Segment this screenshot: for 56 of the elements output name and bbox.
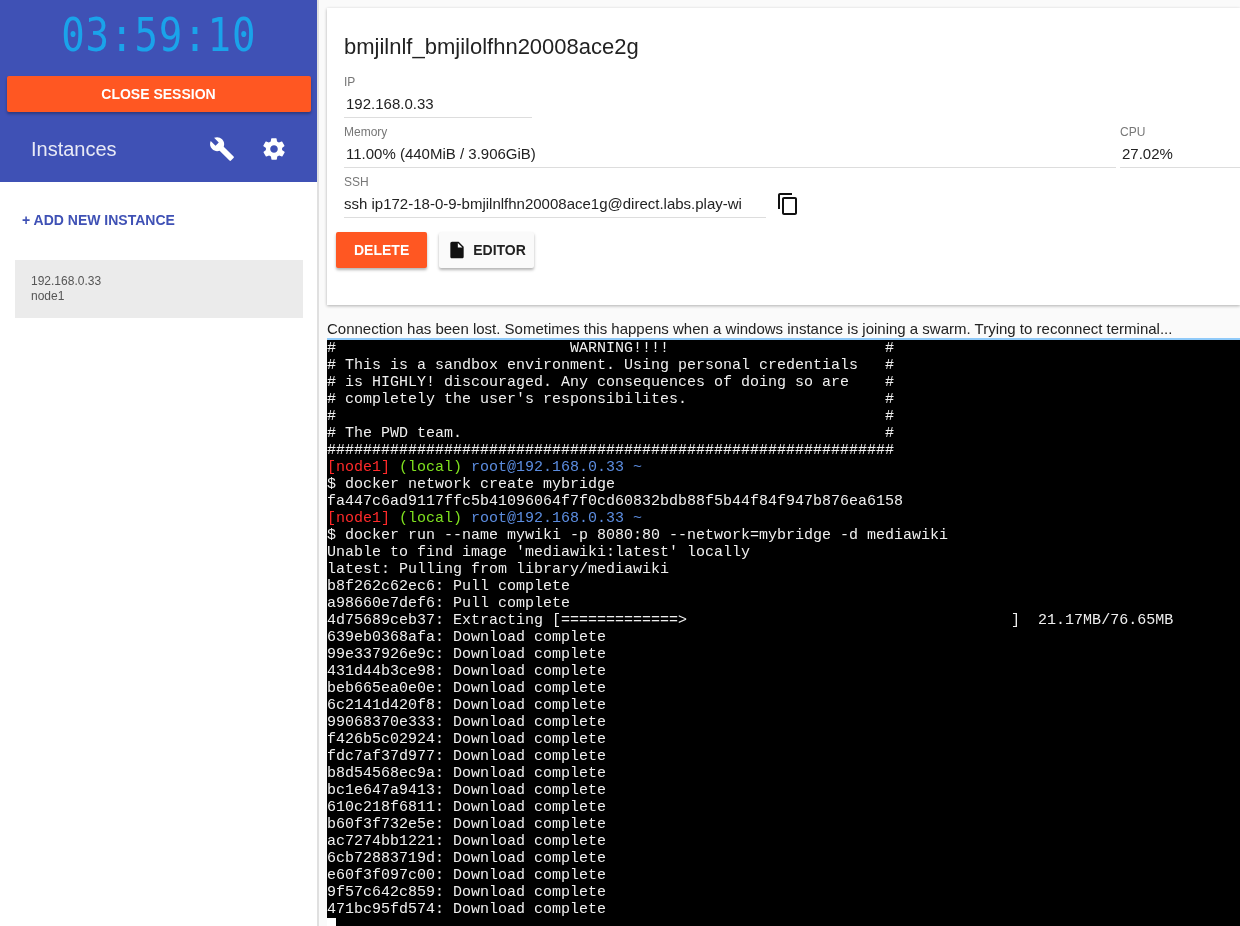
terminal-line: # #: [327, 408, 895, 425]
instance-item[interactable]: 192.168.0.33 node1: [15, 260, 303, 318]
terminal-line: fa447c6ad9117ffc5b41096064f7f0cd60832bdb88f5b44f84f947b876ea6158: [327, 493, 904, 510]
terminal-line: 471bc95fd574: Download complete: [327, 901, 607, 918]
settings-icon[interactable]: [261, 136, 287, 162]
instances-title: Instances: [31, 137, 118, 161]
terminal-line: # The PWD team. #: [327, 425, 895, 442]
field-label: SSH: [344, 174, 370, 190]
terminal-line: 639eb0368afa: Download complete: [327, 629, 607, 646]
terminal-line: b8d54568ec9a: Download complete: [327, 765, 607, 782]
terminal-line: a98660e7def6: Pull complete: [327, 595, 571, 612]
field-label: CPU: [1120, 124, 1147, 140]
text-field[interactable]: 27.02%: [1120, 140, 1240, 168]
prompt-host: [node1]: [327, 510, 390, 527]
terminal-line: 99068370e333: Download complete: [327, 714, 607, 731]
wrench-icon[interactable]: [209, 136, 235, 162]
terminal-line: 6c2141d420f8: Download complete: [327, 697, 607, 714]
terminal-line: b8f262c62ec6: Pull complete: [327, 578, 571, 595]
terminal-line: ###############################################################: [327, 442, 895, 459]
terminal-line: beb665ea0e0e: Download complete: [327, 680, 607, 697]
terminal-line: b60f3f732e5e: Download complete: [327, 816, 607, 833]
terminal-line: # This is a sandbox environment. Using personal credentials #: [327, 357, 895, 374]
editor-button[interactable]: EDITOR: [439, 232, 534, 268]
prompt-user: root@192.168.0.33 ~: [471, 510, 643, 527]
prompt-user: root@192.168.0.33 ~: [471, 459, 643, 476]
terminal-line: latest: Pulling from library/mediawiki: [327, 561, 670, 578]
terminal-line: 4d75689ceb37: Extracting [=============> ] 21.17MB/76.65MB: [327, 612, 1174, 629]
terminal-line: e60f3f097c00: Download complete: [327, 867, 607, 884]
terminal-line: $ docker network create mybridge: [327, 476, 616, 493]
terminal-line: # completely the user's responsibilites. #: [327, 391, 895, 408]
terminal-line: # WARNING!!!! #: [327, 340, 895, 357]
terminal-line: $ docker run --name mywiki -p 8080:80 --network=mybridge -d mediawiki: [327, 527, 949, 544]
instance-title: bmjilnlf_bmjilolfhn20008ace2g: [344, 34, 640, 60]
terminal-line: f426b5c02924: Download complete: [327, 731, 607, 748]
text-field[interactable]: ssh ip172-18-0-9-bmjilnlfhn20008ace1g@direct.labs.play-wi: [344, 190, 766, 218]
terminal-line: bc1e647a9413: Download complete: [327, 782, 607, 799]
prompt-host: [node1]: [327, 459, 390, 476]
field-label: Memory: [344, 124, 389, 140]
text-field[interactable]: 11.00% (440MiB / 3.906GiB): [344, 140, 1116, 168]
terminal-line: # is HIGHLY! discouraged. Any consequences of doing so are #: [327, 374, 895, 391]
terminal-line: 610c218f6811: Download complete: [327, 799, 607, 816]
terminal[interactable]: [327, 340, 1240, 926]
prompt-env: (local): [399, 459, 463, 476]
text-field[interactable]: 192.168.0.33: [344, 90, 532, 118]
prompt-env: (local): [399, 510, 463, 527]
terminal-line: 99e337926e9c: Download complete: [327, 646, 607, 663]
terminal-line: 431d44b3ce98: Download complete: [327, 663, 607, 680]
add-instance-button[interactable]: + ADD NEW INSTANCE: [22, 212, 175, 228]
terminal-line: fdc7af37d977: Download complete: [327, 748, 607, 765]
copy-icon[interactable]: [776, 192, 800, 216]
terminal-line: 6cb72883719d: Download complete: [327, 850, 607, 867]
terminal-line: 9f57c642c859: Download complete: [327, 884, 607, 901]
terminal-line: ac7274bb1221: Download complete: [327, 833, 607, 850]
terminal-line: Unable to find image 'mediawiki:latest' locally: [327, 544, 751, 561]
field-label: IP: [344, 74, 357, 90]
session-timer: 03:59:10: [60, 7, 257, 64]
